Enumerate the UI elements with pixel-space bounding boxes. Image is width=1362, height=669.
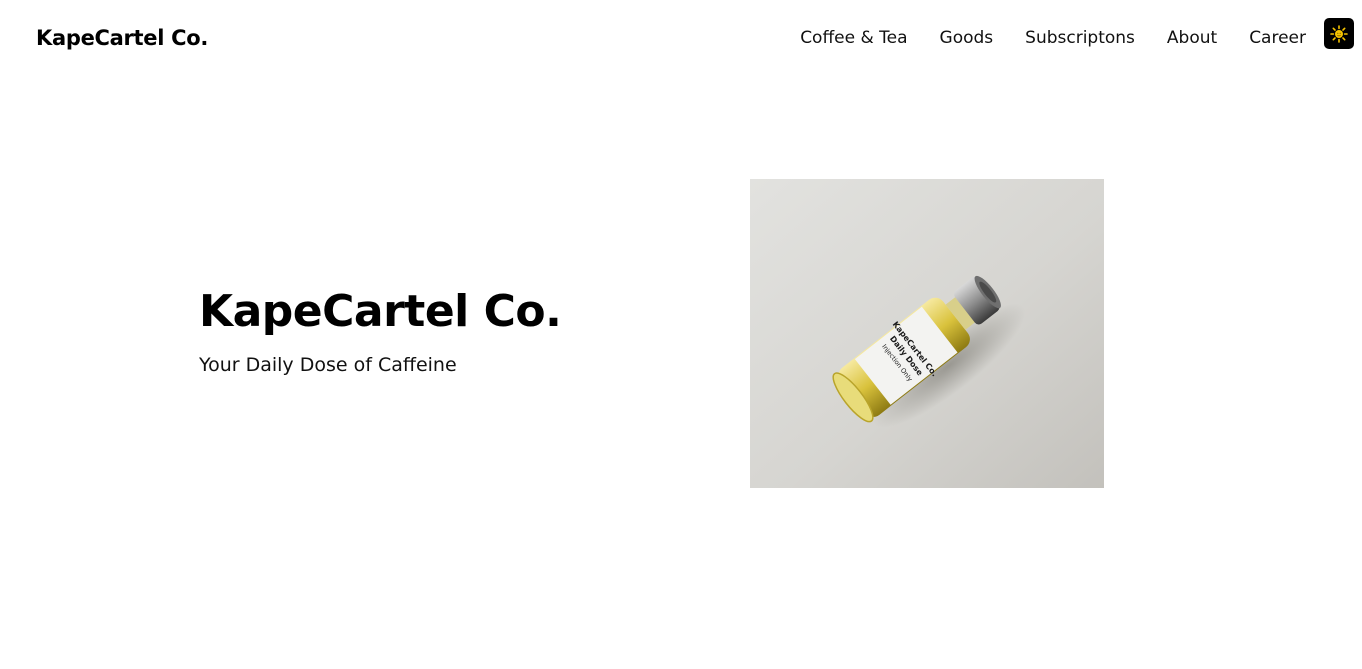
nav-link-goods[interactable]: Goods — [940, 28, 994, 48]
nav-link-subscriptions[interactable]: Subscriptons — [1025, 28, 1135, 48]
main-nav: Coffee & Tea Goods Subscriptons About Ca… — [800, 28, 1306, 48]
navbar: KapeCartel Co. Coffee & Tea Goods Subscr… — [0, 0, 1362, 78]
theme-toggle-button[interactable] — [1324, 18, 1354, 49]
hero-title: KapeCartel Co. — [199, 286, 562, 337]
product-vial-photo: KapeCartel Co. Daily Dose Injection Only — [750, 179, 1104, 488]
hero-product-image: KapeCartel Co. Daily Dose Injection Only — [750, 179, 1104, 488]
nav-link-about[interactable]: About — [1167, 28, 1217, 48]
brand-logo-link[interactable]: KapeCartel Co. — [36, 26, 208, 50]
nav-link-coffee-tea[interactable]: Coffee & Tea — [800, 28, 907, 48]
nav-link-career[interactable]: Career — [1249, 28, 1306, 48]
hero-subtitle: Your Daily Dose of Caffeine — [199, 354, 457, 376]
sun-icon — [1330, 24, 1348, 43]
